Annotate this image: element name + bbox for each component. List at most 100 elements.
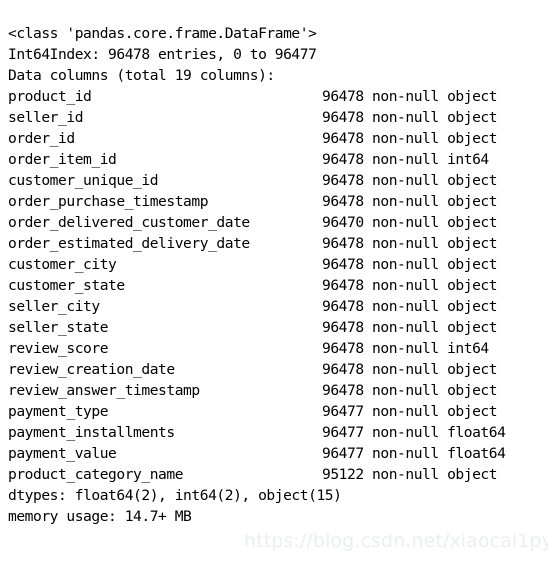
column-dtype: object <box>447 171 498 189</box>
column-dtype: int64 <box>447 150 489 168</box>
column-separator <box>439 130 447 147</box>
column-nonnull-count: 96478 non-null <box>322 234 439 252</box>
column-name: product_id <box>8 87 92 105</box>
column-row: order_id 96478 non-null object <box>8 128 548 149</box>
column-row: order_item_id 96478 non-null int64 <box>8 149 548 170</box>
column-separator <box>439 445 447 462</box>
column-name: payment_value <box>8 444 117 462</box>
column-separator <box>439 340 447 357</box>
column-dtype: object <box>447 129 498 147</box>
column-separator <box>439 88 447 105</box>
column-dtype: object <box>447 318 498 336</box>
column-dtype: object <box>447 465 498 483</box>
column-row: customer_state 96478 non-null object <box>8 275 548 296</box>
column-dtype: object <box>447 213 498 231</box>
column-name: seller_id <box>8 108 84 126</box>
column-separator <box>439 298 447 315</box>
dataframe-index-line: Int64Index: 96478 entries, 0 to 96477 <box>8 45 317 63</box>
column-row: seller_id 96478 non-null object <box>8 107 548 128</box>
column-separator <box>439 382 447 399</box>
column-nonnull-count: 96478 non-null <box>322 192 439 210</box>
column-dtype: float64 <box>447 423 506 441</box>
column-row: customer_city 96478 non-null object <box>8 254 548 275</box>
column-name: product_category_name <box>8 465 184 483</box>
column-nonnull-count: 96478 non-null <box>322 255 439 273</box>
column-row: review_score 96478 non-null int64 <box>8 338 548 359</box>
column-separator <box>439 151 447 168</box>
column-name: order_delivered_customer_date <box>8 213 250 231</box>
column-name: review_score <box>8 339 109 357</box>
column-row: payment_value 96477 non-null float64 <box>8 443 548 464</box>
column-nonnull-count: 96478 non-null <box>322 297 439 315</box>
column-name: customer_state <box>8 276 125 294</box>
column-dtype: object <box>447 255 498 273</box>
column-row: order_estimated_delivery_date 96478 non-n… <box>8 233 548 254</box>
column-nonnull-count: 96470 non-null <box>322 213 439 231</box>
column-separator <box>439 256 447 273</box>
column-row: product_category_name 95122 non-null obje… <box>8 464 548 485</box>
column-name: order_purchase_timestamp <box>8 192 209 210</box>
column-separator <box>439 466 447 483</box>
column-separator <box>439 109 447 126</box>
column-dtype: int64 <box>447 339 489 357</box>
column-nonnull-count: 96477 non-null <box>322 402 439 420</box>
column-name: order_id <box>8 129 75 147</box>
column-row: seller_city 96478 non-null object <box>8 296 548 317</box>
column-nonnull-count: 96478 non-null <box>322 276 439 294</box>
column-nonnull-count: 96478 non-null <box>322 87 439 105</box>
column-name: review_answer_timestamp <box>8 381 200 399</box>
column-name: customer_unique_id <box>8 171 159 189</box>
column-name: review_creation_date <box>8 360 175 378</box>
column-name: payment_installments <box>8 423 175 441</box>
column-name: order_item_id <box>8 150 117 168</box>
data-columns-header: Data columns (total 19 columns): <box>8 66 275 84</box>
column-dtype: float64 <box>447 444 506 462</box>
column-dtype: object <box>447 192 498 210</box>
column-name: seller_city <box>8 297 100 315</box>
column-row: review_creation_date 96478 non-null objec… <box>8 359 548 380</box>
column-separator <box>439 361 447 378</box>
column-nonnull-count: 96478 non-null <box>322 171 439 189</box>
dtypes-line: dtypes: float64(2), int64(2), object(15) <box>8 486 342 504</box>
column-nonnull-count: 95122 non-null <box>322 465 439 483</box>
column-row: review_answer_timestamp 96478 non-null ob… <box>8 380 548 401</box>
column-nonnull-count: 96478 non-null <box>322 108 439 126</box>
column-dtype: object <box>447 381 498 399</box>
column-row: order_delivered_customer_date 96470 non-n… <box>8 212 548 233</box>
column-separator <box>439 172 447 189</box>
column-dtype: object <box>447 402 498 420</box>
column-separator <box>439 214 447 231</box>
column-dtype: object <box>447 360 498 378</box>
column-row: payment_installments 96477 non-null float… <box>8 422 548 443</box>
column-nonnull-count: 96477 non-null <box>322 444 439 462</box>
memory-usage-line: memory usage: 14.7+ MB <box>8 507 192 525</box>
column-separator <box>439 193 447 210</box>
column-separator <box>439 235 447 252</box>
column-dtype: object <box>447 108 498 126</box>
column-row: customer_unique_id 96478 non-null object <box>8 170 548 191</box>
column-nonnull-count: 96478 non-null <box>322 360 439 378</box>
column-separator <box>439 277 447 294</box>
column-nonnull-count: 96478 non-null <box>322 150 439 168</box>
column-nonnull-count: 96477 non-null <box>322 423 439 441</box>
column-separator <box>439 403 447 420</box>
column-name: order_estimated_delivery_date <box>8 234 250 252</box>
dataframe-info-output: <class 'pandas.core.frame.DataFrame'> Int… <box>0 15 548 586</box>
column-list: product_id 96478 non-null object seller_id… <box>8 86 548 485</box>
column-dtype: object <box>447 234 498 252</box>
column-row: product_id 96478 non-null object <box>8 86 548 107</box>
column-name: customer_city <box>8 255 117 273</box>
column-nonnull-count: 96478 non-null <box>322 129 439 147</box>
column-name: seller_state <box>8 318 109 336</box>
column-separator <box>439 319 447 336</box>
column-row: order_purchase_timestamp 96478 non-null o… <box>8 191 548 212</box>
column-dtype: object <box>447 87 498 105</box>
column-name: payment_type <box>8 402 109 420</box>
column-separator <box>439 424 447 441</box>
column-row: seller_state 96478 non-null object <box>8 317 548 338</box>
column-dtype: object <box>447 276 498 294</box>
column-dtype: object <box>447 297 498 315</box>
dataframe-class-line: <class 'pandas.core.frame.DataFrame'> <box>8 24 317 42</box>
column-nonnull-count: 96478 non-null <box>322 318 439 336</box>
column-row: payment_type 96477 non-null object <box>8 401 548 422</box>
